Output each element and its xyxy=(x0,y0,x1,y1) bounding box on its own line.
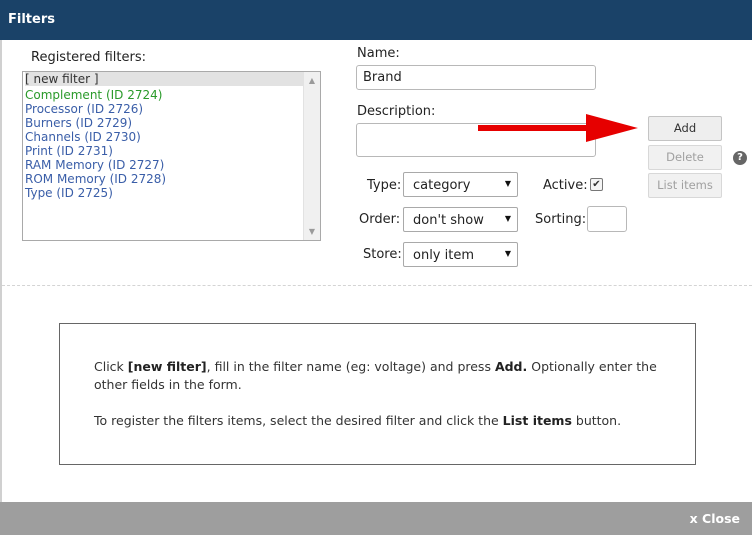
frame-border xyxy=(0,40,2,510)
chevron-down-icon: ▼ xyxy=(504,179,511,188)
description-label: Description: xyxy=(357,104,436,119)
instruction-emphasis: [new filter] xyxy=(127,359,207,374)
list-item[interactable]: Channels (ID 2730) xyxy=(25,130,141,144)
order-select[interactable]: don't show ▼ xyxy=(403,207,518,232)
list-item[interactable]: Complement (ID 2724) xyxy=(25,88,162,102)
store-select[interactable]: only item ▼ xyxy=(403,242,518,267)
instruction-emphasis: List items xyxy=(502,413,572,428)
section-divider xyxy=(2,285,752,286)
list-item[interactable]: RAM Memory (ID 2727) xyxy=(25,158,164,172)
instruction-text: To register the filters items, select th… xyxy=(94,413,503,428)
red-arrow-icon xyxy=(478,114,638,142)
chevron-down-icon: ▼ xyxy=(504,214,511,223)
sorting-input[interactable] xyxy=(587,206,627,232)
type-select-value: category xyxy=(413,178,471,193)
store-label: Store: xyxy=(363,247,402,262)
footer-bar: x Close xyxy=(0,502,752,535)
instructions-line-1: Click [new filter], fill in the filter n… xyxy=(94,358,661,394)
active-checkbox[interactable]: ✔ xyxy=(590,178,603,191)
instruction-emphasis: Add. xyxy=(494,359,528,374)
active-label: Active: xyxy=(543,178,588,193)
checkmark-icon: ✔ xyxy=(592,179,601,190)
list-item[interactable]: ROM Memory (ID 2728) xyxy=(25,172,166,186)
window-titlebar: Filters xyxy=(0,0,752,40)
delete-button[interactable]: Delete xyxy=(648,145,722,170)
instruction-text: Click xyxy=(94,359,128,374)
instructions-line-2: To register the filters items, select th… xyxy=(94,412,661,430)
name-label: Name: xyxy=(357,46,400,61)
close-button[interactable]: x Close xyxy=(690,511,740,526)
order-select-value: don't show xyxy=(413,213,484,228)
help-icon[interactable]: ? xyxy=(733,151,747,165)
window-title: Filters xyxy=(8,12,55,27)
instructions-box: Click [new filter], fill in the filter n… xyxy=(59,323,696,465)
order-label: Order: xyxy=(359,212,401,227)
add-button[interactable]: Add xyxy=(648,116,722,141)
scroll-up-icon[interactable]: ▲ xyxy=(304,74,320,88)
list-item[interactable]: Print (ID 2731) xyxy=(25,144,113,158)
sorting-label: Sorting: xyxy=(535,212,587,227)
type-select[interactable]: category ▼ xyxy=(403,172,518,197)
type-label: Type: xyxy=(367,178,402,193)
name-input[interactable] xyxy=(356,65,596,90)
registered-filters-label: Registered filters: xyxy=(31,50,147,65)
instruction-text: , fill in the filter name (eg: voltage) … xyxy=(206,359,495,374)
chevron-down-icon: ▼ xyxy=(504,249,511,258)
list-item-new-filter[interactable]: [ new filter ] xyxy=(25,72,305,86)
registered-filters-list[interactable]: [ new filter ] Complement (ID 2724) Proc… xyxy=(22,71,321,241)
store-select-value: only item xyxy=(413,248,475,263)
instruction-text: button. xyxy=(571,413,622,428)
list-scrollbar[interactable]: ▲ ▼ xyxy=(303,72,320,240)
list-items-button[interactable]: List items xyxy=(648,173,722,198)
list-item[interactable]: Type (ID 2725) xyxy=(25,186,113,200)
list-item[interactable]: Burners (ID 2729) xyxy=(25,116,132,130)
scroll-down-icon[interactable]: ▼ xyxy=(304,225,320,239)
list-item[interactable]: Processor (ID 2726) xyxy=(25,102,143,116)
